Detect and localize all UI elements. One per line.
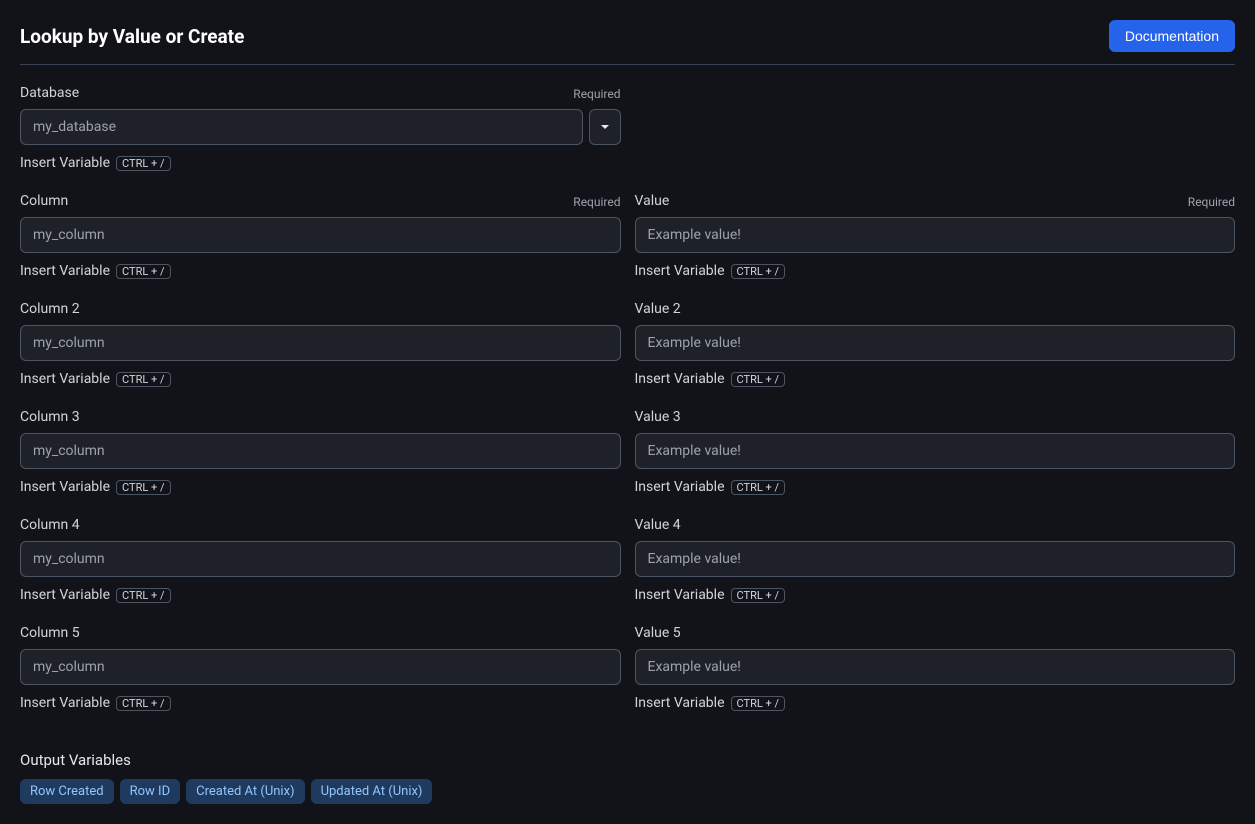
output-variables-section: Output Variables Row CreatedRow IDCreate… xyxy=(20,751,1235,804)
output-variable-pill[interactable]: Row Created xyxy=(20,779,114,804)
insert-variable-text: Insert Variable xyxy=(635,587,725,603)
header-divider xyxy=(20,64,1235,65)
value-insert-variable-hint[interactable]: Insert Variable CTRL + / xyxy=(635,695,1236,711)
value-input[interactable] xyxy=(635,541,1236,577)
column-input[interactable] xyxy=(20,541,621,577)
value-insert-variable-hint[interactable]: Insert Variable CTRL + / xyxy=(635,479,1236,495)
documentation-button[interactable]: Documentation xyxy=(1109,20,1235,52)
column-value-row: Column 4 Insert Variable CTRL + / Value 4 In… xyxy=(20,517,1235,625)
column-required: Required xyxy=(573,195,620,209)
value-field-group: Value 3 Insert Variable CTRL + / xyxy=(635,409,1236,495)
column-field-group: Column Required Insert Variable CTRL + / xyxy=(20,193,621,279)
shortcut-badge: CTRL + / xyxy=(731,372,786,387)
column-value-row: ColumnRequiredInsert VariableCTRL + /Val… xyxy=(20,193,1235,301)
insert-variable-text: Insert Variable xyxy=(20,263,110,279)
column-insert-variable-hint[interactable]: Insert Variable CTRL + / xyxy=(20,263,621,279)
shortcut-badge: CTRL + / xyxy=(116,264,171,279)
output-variables-pills: Row CreatedRow IDCreated At (Unix) Update… xyxy=(20,779,1235,804)
column-input[interactable] xyxy=(20,433,621,469)
value-insert-variable-hint[interactable]: Insert Variable CTRL + / xyxy=(635,263,1236,279)
column-insert-variable-hint[interactable]: Insert Variable CTRL + / xyxy=(20,371,621,387)
value-label: Value 5 xyxy=(635,625,681,641)
column-field-group: Column 2 Insert Variable CTRL + / xyxy=(20,301,621,387)
insert-variable-text: Insert Variable xyxy=(20,371,110,387)
value-label: Value xyxy=(635,193,670,209)
value-field-group: Value 5 Insert Variable CTRL + / xyxy=(635,625,1236,711)
column-value-row: Column 3 Insert Variable CTRL + / Value 3 In… xyxy=(20,409,1235,517)
output-variable-pill[interactable]: Created At (Unix) xyxy=(186,779,304,804)
insert-variable-text: Insert Variable xyxy=(20,587,110,603)
insert-variable-text: Insert Variable xyxy=(635,695,725,711)
database-required: Required xyxy=(573,87,620,101)
value-input[interactable] xyxy=(635,325,1236,361)
insert-variable-text: Insert Variable xyxy=(20,479,110,495)
database-field-group: Database Required Insert Variable CTRL +… xyxy=(20,85,628,171)
column-input[interactable] xyxy=(20,217,621,253)
column-label: Column 4 xyxy=(20,517,80,533)
database-label: Database xyxy=(20,85,79,101)
insert-variable-text: Insert Variable xyxy=(635,263,725,279)
insert-variable-text: Insert Variable xyxy=(20,695,110,711)
shortcut-badge: CTRL + / xyxy=(116,696,171,711)
value-label: Value 2 xyxy=(635,301,681,317)
database-insert-variable-hint[interactable]: Insert Variable CTRL + / xyxy=(20,155,621,171)
database-dropdown-button[interactable] xyxy=(589,109,621,145)
column-field-group: Column 5 Insert Variable CTRL + / xyxy=(20,625,621,711)
value-label: Value 4 xyxy=(635,517,681,533)
column-label: Column 5 xyxy=(20,625,80,641)
column-input[interactable] xyxy=(20,325,621,361)
column-label: Column xyxy=(20,193,68,209)
shortcut-badge: CTRL + / xyxy=(731,696,786,711)
column-label: Column 3 xyxy=(20,409,80,425)
value-input[interactable] xyxy=(635,433,1236,469)
column-label: Column 2 xyxy=(20,301,80,317)
value-label: Value 3 xyxy=(635,409,681,425)
value-insert-variable-hint[interactable]: Insert Variable CTRL + / xyxy=(635,587,1236,603)
insert-variable-text: Insert Variable xyxy=(635,479,725,495)
output-variables-title: Output Variables xyxy=(20,751,1235,769)
shortcut-badge: CTRL + / xyxy=(116,588,171,603)
column-value-row: Column 2 Insert Variable CTRL + / Value 2 In… xyxy=(20,301,1235,409)
shortcut-badge: CTRL + / xyxy=(116,156,171,171)
column-value-row: Column 5 Insert Variable CTRL + / Value 5 In… xyxy=(20,625,1235,733)
shortcut-badge: CTRL + / xyxy=(731,588,786,603)
value-field-group: Value 2 Insert Variable CTRL + / xyxy=(635,301,1236,387)
value-insert-variable-hint[interactable]: Insert Variable CTRL + / xyxy=(635,371,1236,387)
column-input[interactable] xyxy=(20,649,621,685)
column-insert-variable-hint[interactable]: Insert Variable CTRL + / xyxy=(20,695,621,711)
value-input[interactable] xyxy=(635,217,1236,253)
shortcut-badge: CTRL + / xyxy=(116,480,171,495)
value-field-group: Value 4 Insert Variable CTRL + / xyxy=(635,517,1236,603)
value-required: Required xyxy=(1188,195,1235,209)
column-field-group: Column 4 Insert Variable CTRL + / xyxy=(20,517,621,603)
value-field-group: Value Required Insert Variable CTRL + / xyxy=(635,193,1236,279)
output-variable-pill[interactable]: Row ID xyxy=(120,779,181,804)
value-input[interactable] xyxy=(635,649,1236,685)
page-title: Lookup by Value or Create xyxy=(20,25,244,48)
column-insert-variable-hint[interactable]: Insert Variable CTRL + / xyxy=(20,587,621,603)
shortcut-badge: CTRL + / xyxy=(731,264,786,279)
insert-variable-text: Insert Variable xyxy=(635,371,725,387)
insert-variable-text: Insert Variable xyxy=(20,155,110,171)
column-field-group: Column 3 Insert Variable CTRL + / xyxy=(20,409,621,495)
database-input[interactable] xyxy=(20,109,583,145)
shortcut-badge: CTRL + / xyxy=(731,480,786,495)
shortcut-badge: CTRL + / xyxy=(116,372,171,387)
column-insert-variable-hint[interactable]: Insert Variable CTRL + / xyxy=(20,479,621,495)
caret-down-icon xyxy=(600,120,610,135)
output-variable-pill[interactable]: Updated At (Unix) xyxy=(311,779,433,804)
